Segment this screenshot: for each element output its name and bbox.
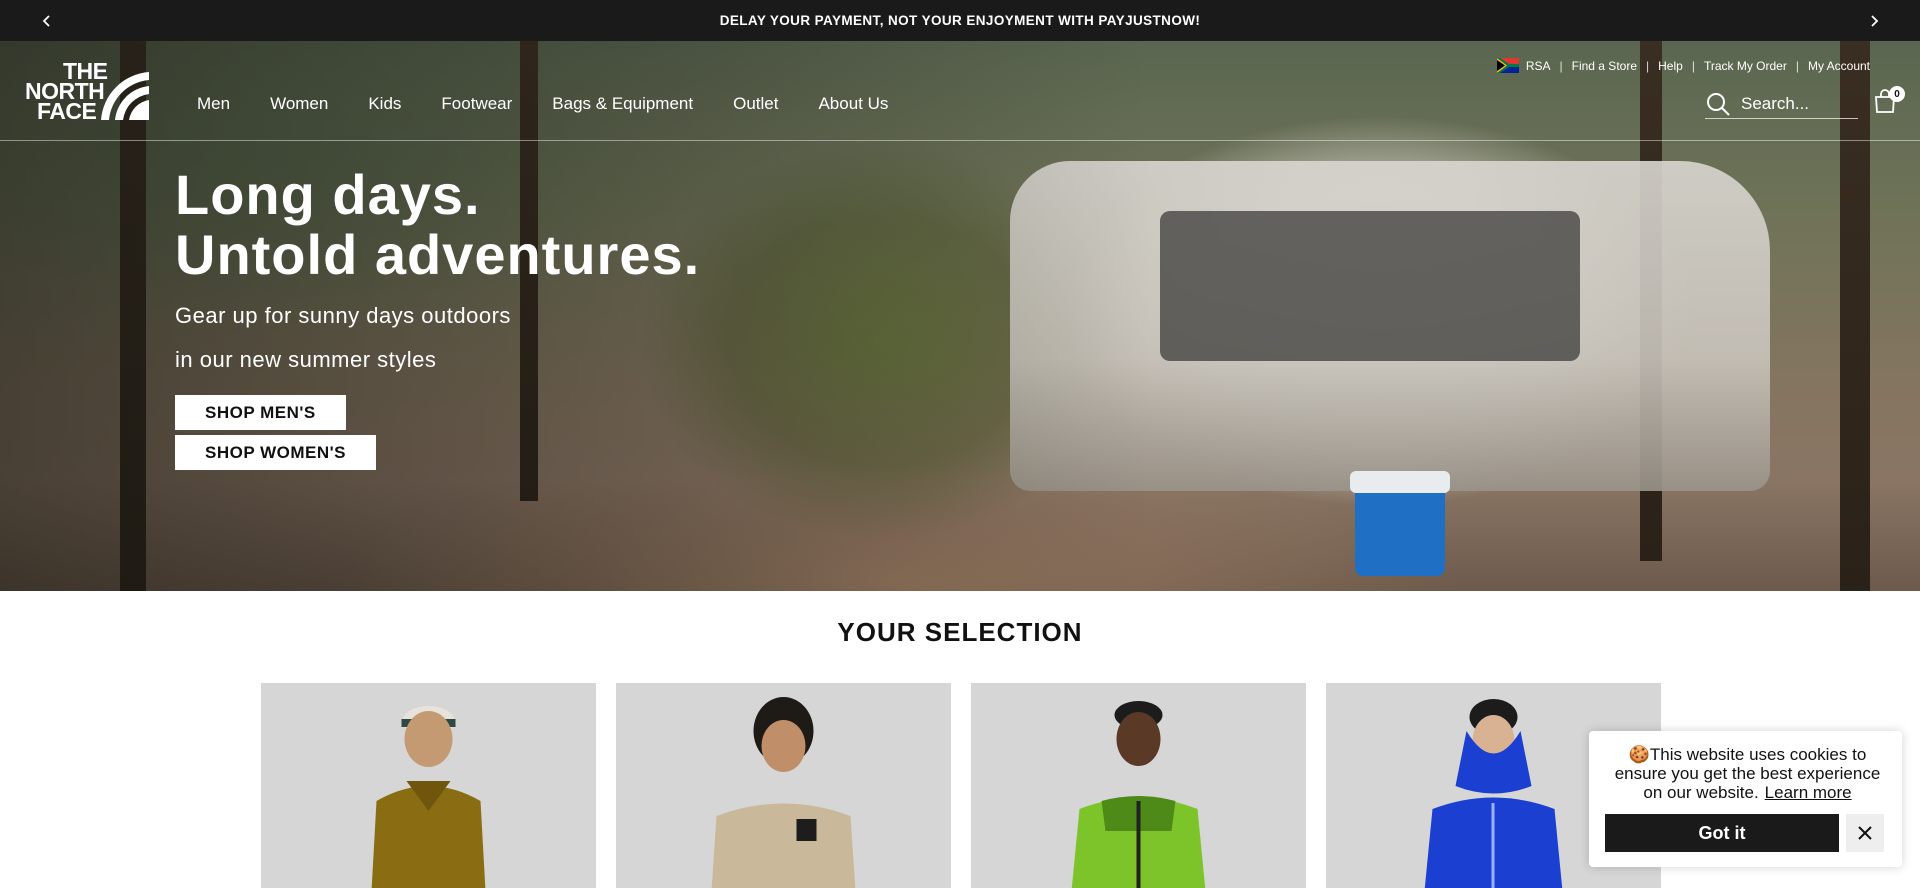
hero-headline-line1: Long days. bbox=[175, 163, 481, 226]
cookie-banner: 🍪This website uses cookies to ensure you… bbox=[1589, 731, 1902, 867]
nav-outlet[interactable]: Outlet bbox=[733, 94, 778, 114]
utility-links: RSA | Find a Store | Help | Track My Ord… bbox=[1496, 58, 1870, 73]
softshell-jacket-image bbox=[1071, 701, 1205, 888]
shop-womens-button[interactable]: SHOP WOMEN'S bbox=[175, 435, 377, 470]
north-face-logo[interactable]: THE NORTH FACE bbox=[25, 60, 153, 124]
nav-footwear[interactable]: Footwear bbox=[441, 94, 512, 114]
nav-men[interactable]: Men bbox=[197, 94, 230, 114]
cookie-icon: 🍪 bbox=[1628, 745, 1650, 764]
product-grid bbox=[261, 683, 1661, 888]
header-divider bbox=[0, 140, 1920, 141]
learn-more-link[interactable]: Learn more bbox=[1765, 783, 1852, 802]
south-africa-flag-icon bbox=[1496, 58, 1519, 73]
logo-dome-icon bbox=[101, 72, 149, 120]
close-icon bbox=[1858, 826, 1872, 840]
nav-bags-equipment[interactable]: Bags & Equipment bbox=[552, 94, 693, 114]
puffer-jacket-image bbox=[371, 706, 485, 888]
chevron-right-icon bbox=[1870, 14, 1878, 27]
track-order-link[interactable]: Track My Order bbox=[1704, 59, 1787, 73]
main-nav: Men Women Kids Footwear Bags & Equipment… bbox=[197, 94, 928, 114]
search-icon[interactable] bbox=[1705, 91, 1731, 117]
search-box bbox=[1705, 89, 1858, 119]
t-shirt-image bbox=[711, 697, 855, 888]
utility-separator: | bbox=[1795, 58, 1799, 73]
utility-separator: | bbox=[1691, 58, 1695, 73]
nav-women[interactable]: Women bbox=[270, 94, 328, 114]
product-card[interactable] bbox=[971, 683, 1306, 888]
accept-cookies-button[interactable]: Got it bbox=[1605, 814, 1839, 852]
hero-copy: Long days. Untold adventures. Gear up fo… bbox=[175, 165, 700, 373]
utility-separator: | bbox=[1646, 58, 1650, 73]
cart-button[interactable]: 0 bbox=[1873, 86, 1905, 118]
announcement-next-button[interactable] bbox=[1853, 0, 1894, 41]
cart-count-badge: 0 bbox=[1889, 86, 1905, 102]
help-link[interactable]: Help bbox=[1658, 59, 1683, 73]
hero-subtext-line1: Gear up for sunny days outdoors bbox=[175, 303, 511, 328]
utility-separator: | bbox=[1559, 58, 1563, 73]
product-card[interactable] bbox=[616, 683, 951, 888]
your-selection-title: YOUR SELECTION bbox=[837, 617, 1083, 647]
find-store-link[interactable]: Find a Store bbox=[1572, 59, 1637, 73]
nav-about-us[interactable]: About Us bbox=[818, 94, 888, 114]
region-selector[interactable]: RSA bbox=[1526, 59, 1551, 73]
chevron-left-icon bbox=[42, 14, 50, 27]
announcement-bar: DELAY YOUR PAYMENT, NOT YOUR ENJOYMENT W… bbox=[0, 0, 1920, 41]
hero-subtext-line2: in our new summer styles bbox=[175, 347, 437, 372]
search-input[interactable] bbox=[1741, 93, 1851, 114]
logo-text-line3: FACE bbox=[37, 98, 97, 124]
cookie-close-button[interactable] bbox=[1846, 814, 1884, 852]
product-card[interactable] bbox=[261, 683, 596, 888]
hero-headline-line2: Untold adventures. bbox=[175, 223, 701, 286]
my-account-link[interactable]: My Account bbox=[1808, 59, 1870, 73]
nav-kids[interactable]: Kids bbox=[368, 94, 401, 114]
announcement-prev-button[interactable] bbox=[26, 0, 67, 41]
announcement-text[interactable]: DELAY YOUR PAYMENT, NOT YOUR ENJOYMENT W… bbox=[720, 13, 1201, 28]
cookie-message-wrap: 🍪This website uses cookies to ensure you… bbox=[1605, 745, 1890, 802]
shop-mens-button[interactable]: SHOP MEN'S bbox=[175, 395, 346, 430]
